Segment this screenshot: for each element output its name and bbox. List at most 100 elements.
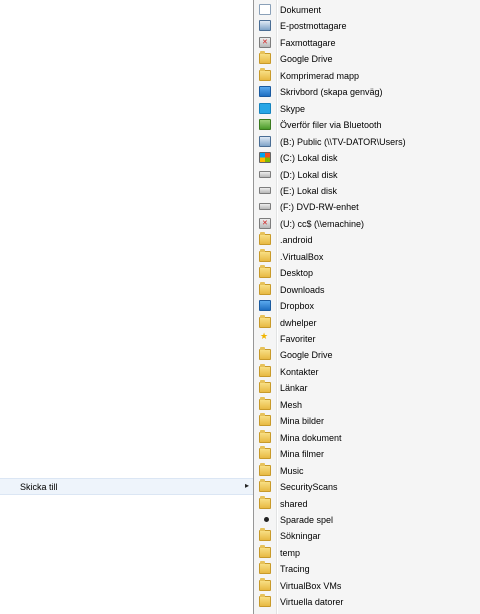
- pictures-folder-icon: [259, 413, 271, 427]
- music-folder-icon: [259, 462, 271, 476]
- submenu-item[interactable]: Mina bilder: [254, 413, 480, 429]
- submenu-item[interactable]: temp: [254, 544, 480, 561]
- submenu-item-label: Komprimerad mapp: [280, 70, 360, 81]
- submenu-item-label: VirtualBox VMs: [280, 580, 342, 591]
- submenu-item[interactable]: Desktop: [254, 265, 480, 281]
- desktop-folder-icon: [259, 265, 271, 279]
- submenu-item[interactable]: Sökningar: [254, 528, 480, 544]
- submenu-item[interactable]: Google Drive: [254, 51, 480, 67]
- submenu-item[interactable]: (B:) Public (\\TV-DATOR\Users): [254, 134, 480, 150]
- disconnected-drive-icon: [259, 217, 271, 229]
- submenu-item-label: (E:) Lokal disk: [280, 185, 338, 196]
- submenu-item[interactable]: (C:) Lokal disk: [254, 150, 480, 166]
- submenu-item-label: E-postmottagare: [280, 21, 347, 32]
- google-drive-folder-icon: [259, 347, 271, 361]
- submenu-item-label: Favoriter: [280, 334, 316, 344]
- submenu-item[interactable]: Music: [254, 462, 480, 479]
- downloads-folder-icon: [259, 281, 271, 295]
- submenu-item[interactable]: Downloads: [254, 281, 480, 298]
- submenu-item[interactable]: shared: [254, 495, 480, 512]
- submenu-item-label: Överför filer via Bluetooth: [280, 120, 382, 131]
- submenu-item[interactable]: dwhelper: [254, 314, 480, 331]
- submenu-item[interactable]: Kontakter: [254, 363, 480, 380]
- submenu-item-label: Sökningar: [280, 531, 321, 542]
- mail-recipient-icon: [259, 20, 271, 32]
- submenu-item-label: Skype: [280, 103, 306, 114]
- folder-icon: [259, 495, 271, 509]
- submenu-item[interactable]: Skype: [254, 101, 480, 117]
- submenu-item-label: Google Drive: [280, 350, 333, 361]
- submenu-item-label: Music: [280, 465, 304, 476]
- documents-folder-icon: [259, 429, 271, 443]
- submenu-item-label: (B:) Public (\\TV-DATOR\Users): [280, 136, 406, 147]
- submenu-item[interactable]: E-postmottagare: [254, 18, 480, 34]
- submenu-item-label: Mina bilder: [280, 416, 325, 427]
- skype-icon: [259, 102, 271, 114]
- submenu-item[interactable]: (E:) Lokal disk: [254, 183, 480, 199]
- desktop-icon: [259, 86, 271, 98]
- submenu-item[interactable]: .android: [254, 232, 480, 248]
- saved-games-folder-icon: [259, 514, 271, 525]
- submenu-item-label: (D:) Lokal disk: [280, 169, 338, 180]
- submenu-item-label: (U:) cc$ (\\emachine): [280, 218, 365, 229]
- submenu-item[interactable]: Favoriter: [254, 331, 480, 347]
- fax-icon: [259, 36, 271, 48]
- submenu-item-label: Tracing: [280, 564, 310, 575]
- folder-icon: [259, 479, 271, 493]
- submenu-item[interactable]: Dropbox: [254, 298, 480, 314]
- submenu-item[interactable]: .VirtualBox: [254, 248, 480, 265]
- submenu-item[interactable]: VirtualBox VMs: [254, 577, 480, 594]
- submenu-item-label: Desktop: [280, 268, 314, 279]
- folder-icon: [259, 544, 271, 558]
- send-to-submenu: Dokument E-postmottagare Faxmottagare Googl…: [253, 0, 480, 614]
- submenu-item-label: Faxmottagare: [280, 37, 336, 48]
- submenu-item[interactable]: Dokument: [254, 2, 480, 18]
- submenu-item-label: Mesh: [280, 399, 303, 410]
- virtual-machines-folder-icon: [259, 594, 271, 608]
- submenu-item-label: (F:) DVD-RW-enhet: [280, 202, 359, 213]
- submenu-item[interactable]: (U:) cc$ (\\emachine): [254, 216, 480, 232]
- submenu-item[interactable]: Komprimerad mapp: [254, 67, 480, 84]
- dropbox-icon: [259, 300, 271, 312]
- submenu-item[interactable]: Mesh: [254, 396, 480, 413]
- submenu-item[interactable]: Google Drive: [254, 347, 480, 363]
- folder-icon: [259, 561, 271, 575]
- submenu-item-label: Mina filmer: [280, 449, 325, 460]
- drive-icon: [259, 186, 271, 194]
- favorites-icon: [259, 332, 271, 344]
- document-icon: [259, 4, 271, 15]
- submenu-item-label: Downloads: [280, 284, 325, 295]
- submenu-item-label: Mina dokument: [280, 432, 342, 443]
- submenu-item-label: Dropbox: [280, 301, 315, 312]
- submenu-item[interactable]: Länkar: [254, 380, 480, 396]
- send-to-label: Skicka till: [20, 482, 58, 492]
- folder-icon: [259, 314, 271, 328]
- submenu-item-label: SecurityScans: [280, 482, 338, 493]
- submenu-item-label: shared: [280, 498, 308, 509]
- drive-icon: [259, 170, 271, 178]
- submenu-item[interactable]: (F:) DVD-RW-enhet: [254, 199, 480, 215]
- submenu-item[interactable]: SecurityScans: [254, 479, 480, 495]
- submenu-item[interactable]: Skrivbord (skapa genväg): [254, 84, 480, 100]
- submenu-item[interactable]: Sparade spel: [254, 512, 480, 528]
- submenu-item[interactable]: Virtuella datorer: [254, 594, 480, 610]
- submenu-item[interactable]: Faxmottagare: [254, 35, 480, 51]
- submenu-item-label: temp: [280, 547, 301, 558]
- submenu-item[interactable]: Mina dokument: [254, 429, 480, 446]
- submenu-item-label: (C:) Lokal disk: [280, 153, 338, 164]
- folder-icon: [259, 248, 271, 262]
- send-to-menu-item[interactable]: Skicka till ▸: [0, 478, 253, 495]
- folder-icon: [259, 232, 271, 246]
- links-folder-icon: [259, 380, 271, 394]
- submenu-item[interactable]: Överför filer via Bluetooth: [254, 117, 480, 133]
- submenu-item-label: Dokument: [280, 5, 322, 15]
- submenu-item[interactable]: Mina filmer: [254, 446, 480, 462]
- submenu-item-label: .VirtualBox: [280, 251, 324, 262]
- submenu-item-label: dwhelper: [280, 317, 317, 328]
- searches-folder-icon: [259, 528, 271, 542]
- contacts-folder-icon: [259, 363, 271, 377]
- submenu-item[interactable]: Tracing: [254, 561, 480, 577]
- submenu-item[interactable]: (D:) Lokal disk: [254, 167, 480, 183]
- submenu-item-label: Skrivbord (skapa genväg): [280, 87, 383, 98]
- context-menu: Skicka till ▸: [0, 0, 253, 614]
